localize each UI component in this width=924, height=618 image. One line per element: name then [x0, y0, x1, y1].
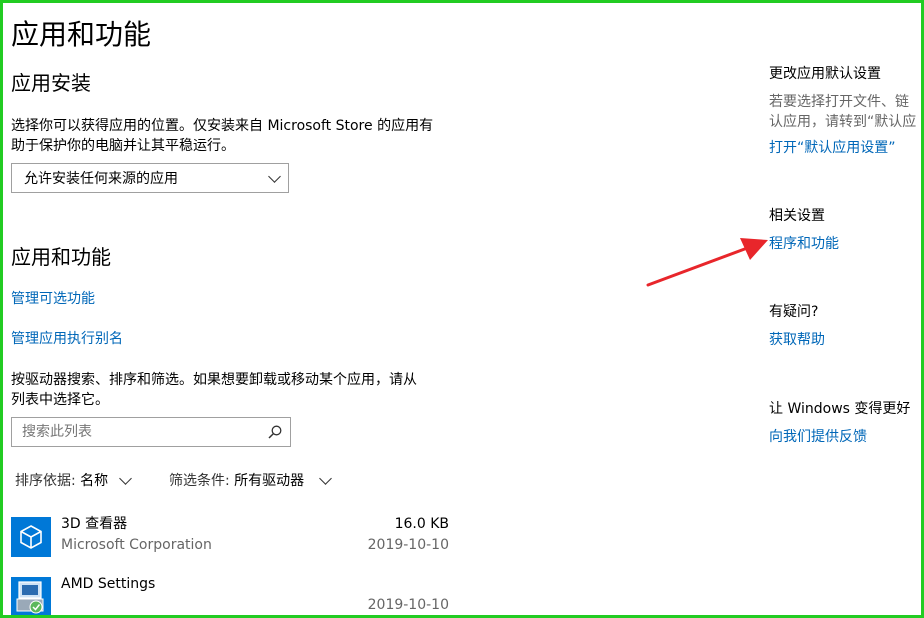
app-size: 16.0 KB — [394, 516, 449, 532]
filter-chevron-down-icon[interactable] — [319, 472, 332, 485]
app-date: 2019-10-10 — [367, 597, 449, 613]
install-description: 选择你可以获得应用的位置。仅安装来自 Microsoft Store 的应用有 … — [11, 116, 461, 156]
search-icon[interactable] — [268, 425, 282, 439]
sort-value: 名称 — [80, 473, 109, 489]
open-default-apps-settings-link[interactable]: 打开“默认应用设置” — [769, 138, 896, 158]
sort-by-control[interactable]: 排序依据: 名称 — [15, 471, 108, 491]
related-settings-heading: 相关设置 — [769, 208, 825, 224]
install-description-line1: 选择你可以获得应用的位置。仅安装来自 Microsoft Store 的应用有 — [11, 118, 434, 134]
manage-app-aliases-link[interactable]: 管理应用执行别名 — [11, 329, 123, 349]
sort-chevron-down-icon[interactable] — [119, 472, 132, 485]
app-name: AMD Settings — [61, 577, 156, 592]
search-description-line1: 按驱动器搜索、排序和筛选。如果想要卸载或移动某个应用，请从 — [11, 372, 417, 388]
manage-optional-features-link[interactable]: 管理可选功能 — [11, 289, 95, 309]
programs-and-features-link[interactable]: 程序和功能 — [769, 234, 839, 254]
default-apps-heading: 更改应用默认设置 — [769, 66, 881, 82]
filter-control[interactable]: 筛选条件: 所有驱动器 — [169, 471, 304, 491]
page-title: 应用和功能 — [11, 18, 152, 51]
installer-icon — [11, 577, 51, 615]
default-apps-text-line2: 认应用，请转到“默认应 — [769, 114, 917, 130]
app-date: 2019-10-10 — [367, 537, 449, 553]
search-description-line2: 列表中选择它。 — [11, 392, 109, 408]
install-heading: 应用安装 — [11, 71, 91, 95]
dropdown-selected-value: 允许安装任何来源的应用 — [24, 171, 178, 187]
feedback-heading: 让 Windows 变得更好 — [769, 401, 911, 417]
app-name: 3D 查看器 — [61, 516, 128, 532]
give-feedback-link[interactable]: 向我们提供反馈 — [769, 427, 867, 447]
search-description: 按驱动器搜索、排序和筛选。如果想要卸载或移动某个应用，请从 列表中选择它。 — [11, 370, 461, 410]
filter-label: 筛选条件: — [169, 473, 230, 489]
install-source-dropdown[interactable]: 允许安装任何来源的应用 — [11, 163, 289, 193]
annotation-arrow-icon — [646, 238, 768, 287]
cube-icon — [11, 517, 51, 557]
apps-heading: 应用和功能 — [11, 245, 111, 269]
app-list-item[interactable]: AMD Settings 2019-10-10 — [11, 577, 451, 615]
filter-value: 所有驱动器 — [234, 473, 305, 489]
get-help-link[interactable]: 获取帮助 — [769, 330, 825, 350]
search-input[interactable] — [22, 422, 262, 442]
chevron-down-icon — [268, 170, 281, 183]
install-description-line2: 助于保护你的电脑并让其平稳运行。 — [11, 138, 235, 154]
sort-label: 排序依据: — [15, 473, 76, 489]
app-list-item[interactable]: 3D 查看器 Microsoft Corporation 16.0 KB 201… — [11, 516, 451, 567]
search-box[interactable] — [11, 417, 291, 447]
question-heading: 有疑问? — [769, 304, 819, 320]
app-publisher: Microsoft Corporation — [61, 537, 212, 553]
default-apps-text-line1: 若要选择打开文件、链 — [769, 94, 909, 110]
